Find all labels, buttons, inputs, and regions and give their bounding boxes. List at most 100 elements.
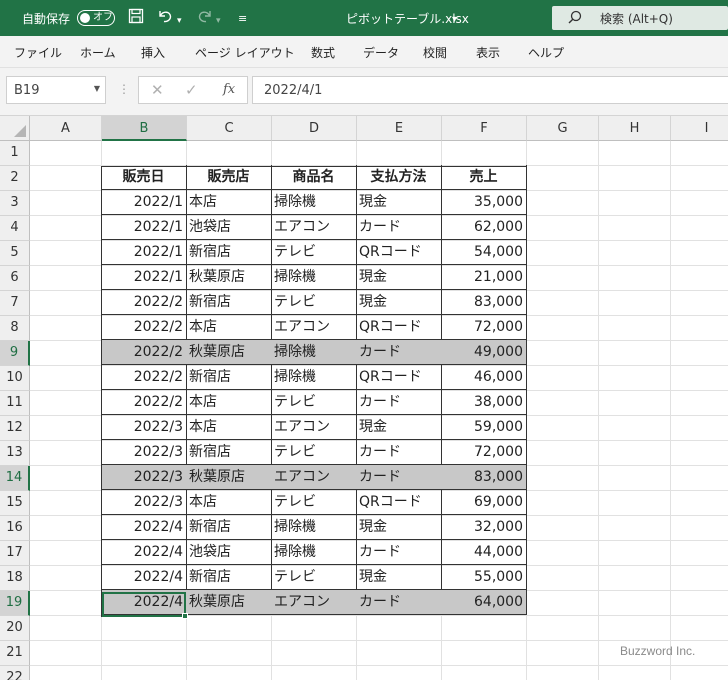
table-cell[interactable]: 2022/2 <box>101 315 187 340</box>
row-header-10[interactable]: 10 <box>0 366 30 391</box>
table-cell[interactable]: 本店 <box>186 315 272 340</box>
table-cell[interactable]: QRコード <box>356 490 442 515</box>
column-header-d[interactable]: D <box>272 116 357 141</box>
row-header-14[interactable]: 14 <box>0 466 30 491</box>
table-cell[interactable]: 32,000 <box>441 515 527 540</box>
table-cell[interactable]: 2022/3 <box>101 490 187 515</box>
redo-icon[interactable] <box>196 8 214 28</box>
table-cell[interactable]: 2022/2 <box>101 390 187 415</box>
table-cell[interactable]: 現金 <box>356 265 442 290</box>
table-cell[interactable]: 掃除機 <box>271 515 357 540</box>
table-cell[interactable]: 69,000 <box>441 490 527 515</box>
column-header-h[interactable]: H <box>599 116 671 141</box>
table-cell[interactable]: 2022/1 <box>101 265 187 290</box>
table-header-cell[interactable]: 販売日 <box>101 165 187 190</box>
table-cell[interactable]: 秋葉原店 <box>186 465 272 490</box>
table-cell[interactable]: 35,000 <box>441 190 527 215</box>
table-cell[interactable]: 2022/3 <box>101 440 187 465</box>
worksheet-grid[interactable]: ABCDEFGHI 1 2 3 4 5 6 7 8 9 10 11 12 13 14 15 16 17 18 19 2… <box>0 116 728 680</box>
table-cell[interactable]: 72,000 <box>441 440 527 465</box>
table-cell[interactable]: 2022/4 <box>101 565 187 590</box>
table-cell[interactable]: 54,000 <box>441 240 527 265</box>
table-cell[interactable]: 新宿店 <box>186 565 272 590</box>
table-cell[interactable]: 83,000 <box>441 465 527 490</box>
table-header-cell[interactable]: 支払方法 <box>356 165 442 190</box>
table-cell[interactable]: 掃除機 <box>271 265 357 290</box>
row-header-21[interactable]: 21 <box>0 641 30 666</box>
row-header-1[interactable]: 1 <box>0 141 30 166</box>
table-cell[interactable]: 38,000 <box>441 390 527 415</box>
row-header-19[interactable]: 19 <box>0 591 30 616</box>
table-cell[interactable]: 現金 <box>356 190 442 215</box>
table-cell[interactable]: 62,000 <box>441 215 527 240</box>
undo-dropdown-icon[interactable]: ▾ <box>177 12 182 30</box>
table-cell[interactable]: エアコン <box>271 465 357 490</box>
table-cell[interactable]: 44,000 <box>441 540 527 565</box>
tab-file[interactable]: ファイル <box>14 44 62 61</box>
table-cell[interactable]: 2022/4 <box>101 590 187 615</box>
table-cell[interactable]: 掃除機 <box>271 190 357 215</box>
table-cell[interactable]: 秋葉原店 <box>186 340 272 365</box>
table-cell[interactable]: 新宿店 <box>186 240 272 265</box>
row-header-12[interactable]: 12 <box>0 416 30 441</box>
redo-dropdown-icon[interactable]: ▾ <box>216 12 221 30</box>
table-cell[interactable]: 2022/4 <box>101 540 187 565</box>
table-cell[interactable]: QRコード <box>356 365 442 390</box>
table-cell[interactable]: 新宿店 <box>186 365 272 390</box>
row-header-13[interactable]: 13 <box>0 441 30 466</box>
row-header-2[interactable]: 2 <box>0 166 30 191</box>
table-cell[interactable]: エアコン <box>271 315 357 340</box>
table-cell[interactable]: 2022/1 <box>101 215 187 240</box>
row-header-6[interactable]: 6 <box>0 266 30 291</box>
table-cell[interactable]: テレビ <box>271 440 357 465</box>
name-box[interactable]: B19 ▼ <box>6 76 106 104</box>
table-cell[interactable]: 池袋店 <box>186 540 272 565</box>
tab-help[interactable]: ヘルプ <box>528 44 564 61</box>
table-cell[interactable]: 本店 <box>186 390 272 415</box>
table-cell[interactable]: 本店 <box>186 415 272 440</box>
column-header-g[interactable]: G <box>527 116 599 141</box>
table-cell[interactable]: カード <box>356 340 442 365</box>
table-cell[interactable]: 49,000 <box>441 340 527 365</box>
table-cell[interactable]: カード <box>356 390 442 415</box>
row-header-17[interactable]: 17 <box>0 541 30 566</box>
table-cell[interactable]: 2022/4 <box>101 515 187 540</box>
row-header-9[interactable]: 9 <box>0 341 30 366</box>
column-header-e[interactable]: E <box>357 116 442 141</box>
table-cell[interactable]: 本店 <box>186 190 272 215</box>
tab-review[interactable]: 校閲 <box>423 44 447 61</box>
tab-page-layout[interactable]: ページ レイアウト <box>195 44 295 61</box>
table-cell[interactable]: 秋葉原店 <box>186 265 272 290</box>
table-cell[interactable]: 掃除機 <box>271 540 357 565</box>
table-cell[interactable]: 現金 <box>356 415 442 440</box>
table-cell[interactable]: テレビ <box>271 490 357 515</box>
table-header-cell[interactable]: 商品名 <box>271 165 357 190</box>
table-cell[interactable]: 池袋店 <box>186 215 272 240</box>
row-header-16[interactable]: 16 <box>0 516 30 541</box>
table-cell[interactable]: 59,000 <box>441 415 527 440</box>
table-cell[interactable]: カード <box>356 590 442 615</box>
name-box-dropdown-icon[interactable]: ▼ <box>94 84 100 93</box>
table-cell[interactable]: 現金 <box>356 515 442 540</box>
table-cell[interactable]: 現金 <box>356 565 442 590</box>
file-name[interactable]: ピボットテーブル.xlsx <box>346 10 469 27</box>
customize-qat-icon[interactable]: ≡ <box>238 10 247 28</box>
row-header-22[interactable]: 22 <box>0 666 30 680</box>
column-header-c[interactable]: C <box>187 116 272 141</box>
undo-icon[interactable] <box>156 8 174 28</box>
table-cell[interactable]: 64,000 <box>441 590 527 615</box>
save-icon[interactable] <box>128 8 144 28</box>
table-cell[interactable]: 本店 <box>186 490 272 515</box>
table-cell[interactable]: カード <box>356 215 442 240</box>
table-cell[interactable]: 2022/1 <box>101 240 187 265</box>
table-header-cell[interactable]: 販売店 <box>186 165 272 190</box>
table-cell[interactable]: カード <box>356 440 442 465</box>
table-cell[interactable]: QRコード <box>356 240 442 265</box>
row-header-7[interactable]: 7 <box>0 291 30 316</box>
table-cell[interactable]: テレビ <box>271 240 357 265</box>
table-cell[interactable]: エアコン <box>271 215 357 240</box>
tab-data[interactable]: データ <box>363 44 399 61</box>
search-box[interactable]: 検索 (Alt+Q) <box>552 6 728 30</box>
table-cell[interactable]: 2022/3 <box>101 415 187 440</box>
row-header-11[interactable]: 11 <box>0 391 30 416</box>
